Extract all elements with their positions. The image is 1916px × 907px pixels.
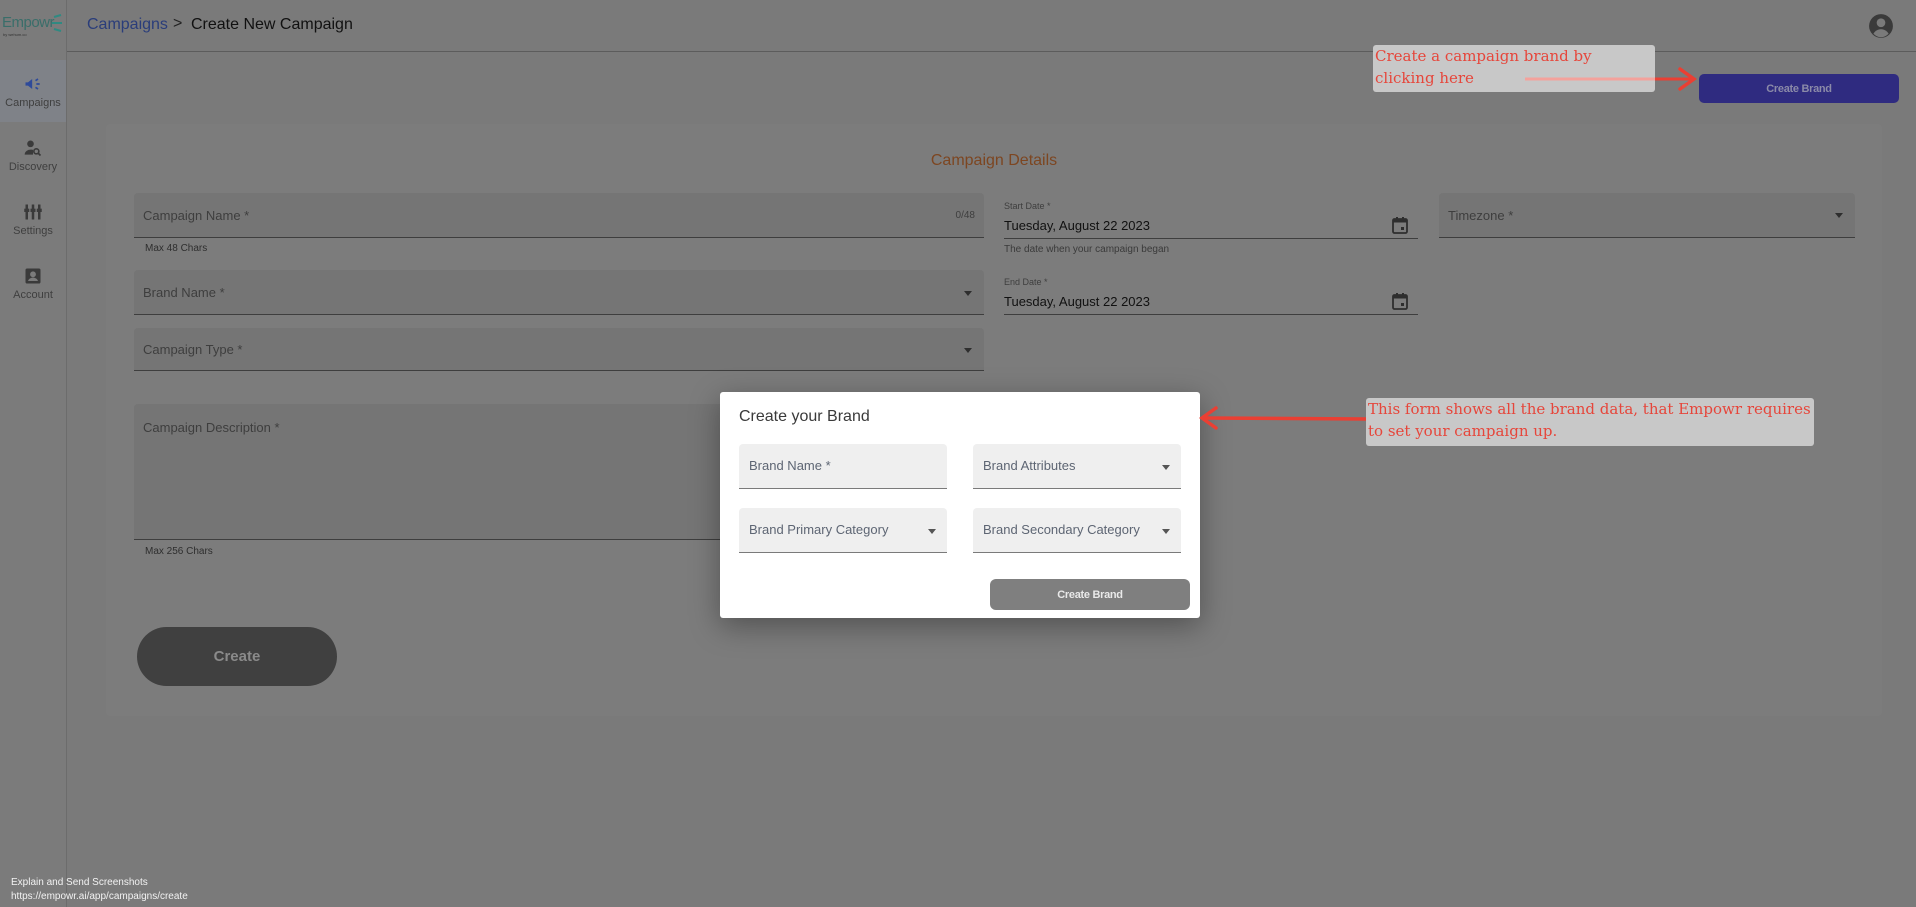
chevron-down-icon (1162, 465, 1170, 470)
brand-primary-category-label: Brand Primary Category (749, 522, 889, 537)
campaign-name-helper: Max 48 Chars (145, 243, 208, 254)
brand-primary-category-select[interactable]: Brand Primary Category (739, 508, 947, 553)
logo-text: Empowr (2, 14, 55, 31)
sidebar-item-discovery[interactable]: Discovery (0, 124, 66, 186)
calendar-icon[interactable] (1392, 293, 1408, 310)
start-date-input[interactable]: Start Date * Tuesday, August 22 2023 (1004, 201, 1418, 239)
timezone-select[interactable]: Timezone * (1439, 193, 1855, 238)
dialog-create-brand-button[interactable]: Create Brand (990, 579, 1190, 610)
create-campaign-button[interactable]: Create (137, 627, 337, 686)
brand-name-label: Brand Name * (143, 285, 225, 300)
sliders-icon (24, 204, 42, 219)
footer-title: Explain and Send Screenshots (11, 877, 148, 888)
chevron-down-icon (928, 529, 936, 534)
start-date-helper: The date when your campaign began (1004, 244, 1170, 255)
empowr-logo[interactable]: Empowr by wehum.co (0, 8, 66, 48)
campaign-name-label: Campaign Name * (143, 208, 250, 223)
logo-subtext: by wehum.co (3, 32, 27, 37)
campaign-type-select[interactable]: Campaign Type * (134, 328, 984, 371)
sidebar-item-campaigns[interactable]: Campaigns (0, 60, 66, 122)
sidebar: Empowr by wehum.co Campaigns Discovery S… (0, 0, 67, 907)
brand-secondary-category-label: Brand Secondary Category (983, 522, 1140, 537)
chevron-down-icon (1835, 213, 1843, 218)
create-brand-button[interactable]: Create Brand (1699, 74, 1899, 103)
campaign-description-helper: Max 256 Chars (145, 546, 213, 557)
brand-name-label: Brand Name * (749, 458, 831, 473)
person-search-icon (24, 140, 42, 156)
campaign-type-label: Campaign Type * (143, 342, 243, 357)
sidebar-item-account[interactable]: Account (0, 252, 66, 314)
sidebar-item-label: Settings (13, 224, 53, 237)
chevron-down-icon (964, 291, 972, 296)
section-title: Campaign Details (930, 152, 1058, 169)
campaign-name-input[interactable]: Campaign Name * 0/48 (134, 193, 984, 238)
start-date-label: Start Date * (1004, 201, 1051, 211)
page-title: Create New Campaign (191, 16, 353, 33)
footer-overlay: Explain and Send Screenshots https://emp… (11, 876, 188, 904)
create-brand-dialog: Create your Brand Brand Name * Brand Att… (720, 392, 1200, 618)
sidebar-item-settings[interactable]: Settings (0, 188, 66, 250)
dialog-title: Create your Brand (739, 408, 870, 425)
chevron-down-icon (1162, 529, 1170, 534)
end-date-value: Tuesday, August 22 2023 (1004, 294, 1150, 309)
annotation-brand-form-callout: This form shows all the brand data, that… (1366, 398, 1814, 446)
logo-mark-icon (52, 14, 62, 32)
breadcrumb-separator: > (173, 15, 183, 32)
brand-attributes-select[interactable]: Brand Attributes (973, 444, 1181, 489)
char-counter: 0/48 (955, 210, 975, 221)
sidebar-item-label: Campaigns (5, 96, 61, 109)
calendar-icon[interactable] (1392, 217, 1408, 234)
megaphone-icon (25, 77, 40, 90)
sidebar-item-label: Account (13, 288, 53, 301)
end-date-label: End Date * (1004, 277, 1048, 287)
brand-name-input[interactable]: Brand Name * (739, 444, 947, 489)
account-circle-icon[interactable] (1868, 13, 1894, 39)
account-box-icon (25, 268, 41, 283)
sidebar-item-label: Discovery (8, 160, 58, 173)
start-date-value: Tuesday, August 22 2023 (1004, 218, 1150, 233)
footer-url: https://empowr.ai/app/campaigns/create (11, 891, 188, 902)
end-date-input[interactable]: End Date * Tuesday, August 22 2023 (1004, 277, 1418, 315)
brand-name-select[interactable]: Brand Name * (134, 270, 984, 315)
brand-secondary-category-select[interactable]: Brand Secondary Category (973, 508, 1181, 553)
brand-attributes-label: Brand Attributes (983, 458, 1076, 473)
chevron-down-icon (964, 348, 972, 353)
breadcrumb-campaigns-link[interactable]: Campaigns (87, 16, 168, 34)
campaign-description-label: Campaign Description * (143, 420, 280, 435)
annotation-create-brand-callout: Create a campaign brand by clicking here (1373, 45, 1655, 92)
timezone-label: Timezone * (1448, 208, 1514, 223)
